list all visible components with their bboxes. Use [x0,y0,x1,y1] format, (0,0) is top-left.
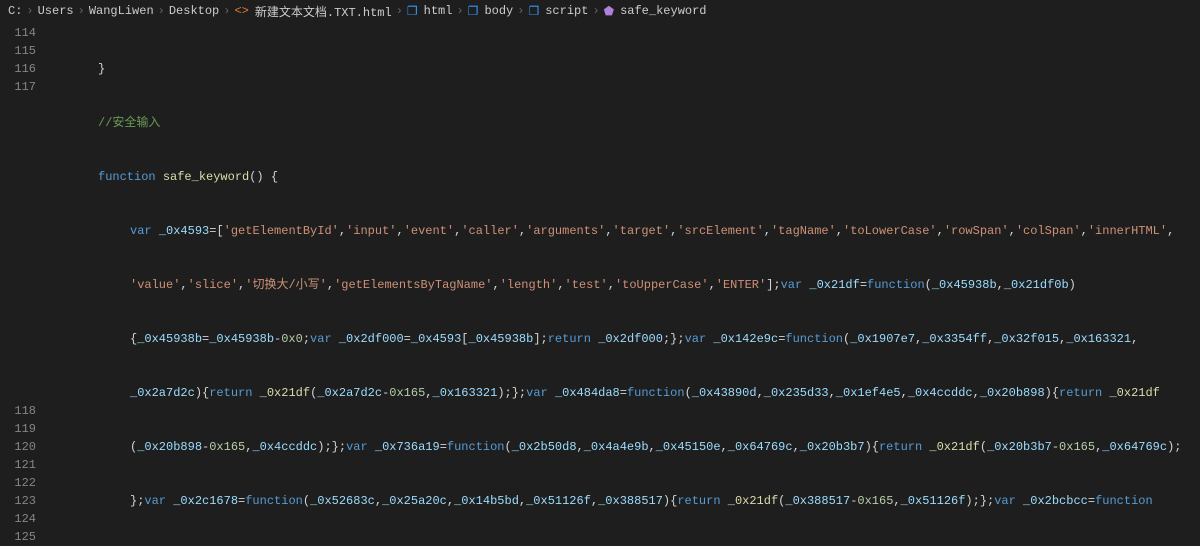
chevron-right-icon: › [456,4,463,18]
code-line[interactable]: function safe_keyword() { [50,168,1200,186]
brace-icon: ❐ [468,4,479,19]
crumb-body[interactable]: body [484,4,513,18]
line-number-gutter: 114 115 116 117 118 119 120 121 122 123 … [0,22,50,544]
chevron-right-icon: › [26,4,33,18]
code-line[interactable]: _0x2a7d2c){return _0x21df(_0x2a7d2c-0x16… [50,384,1200,402]
code-content[interactable]: } //安全输入 function safe_keyword() { var _… [50,22,1200,544]
breadcrumb: C: › Users › WangLiwen › Desktop › <> 新建… [0,0,1200,22]
line-number: 115 [0,42,36,60]
crumb-wangliwen[interactable]: WangLiwen [89,4,154,18]
editor-area[interactable]: 114 115 116 117 118 119 120 121 122 123 … [0,22,1200,544]
code-line[interactable]: {_0x45938b=_0x45938b-0x0;var _0x2df000=_… [50,330,1200,348]
chevron-right-icon: › [223,4,230,18]
chevron-right-icon: › [396,4,403,18]
code-line[interactable]: } [50,60,1200,78]
crumb-script[interactable]: script [545,4,588,18]
code-line[interactable]: (_0x20b898-0x165,_0x4ccddc);};var _0x736… [50,438,1200,456]
crumb-users[interactable]: Users [38,4,74,18]
crumb-file[interactable]: 新建文本文档.TXT.html [255,3,392,20]
line-number: 121 [0,456,36,474]
crumb-desktop[interactable]: Desktop [169,4,219,18]
line-number: 116 [0,60,36,78]
line-number: 124 [0,510,36,528]
line-number: 122 [0,474,36,492]
line-number: 117 [0,78,36,96]
line-number: 119 [0,420,36,438]
cube-icon: ⬟ [604,4,614,19]
code-line[interactable]: var _0x4593=['getElementById','input','e… [50,222,1200,240]
code-line[interactable]: };var _0x2c1678=function(_0x52683c,_0x25… [50,492,1200,510]
code-line[interactable]: 'value','slice','切换大/小写','getElementsByT… [50,276,1200,294]
brace-icon: ❐ [528,4,539,19]
chevron-right-icon: › [78,4,85,18]
line-number: 114 [0,24,36,42]
line-number: 125 [0,528,36,546]
crumb-safe-keyword[interactable]: safe_keyword [620,4,706,18]
chevron-right-icon: › [158,4,165,18]
code-file-icon: <> [234,4,248,18]
crumb-c[interactable]: C: [8,4,22,18]
line-number: 123 [0,492,36,510]
chevron-right-icon: › [517,4,524,18]
line-number: 120 [0,438,36,456]
crumb-html[interactable]: html [424,4,453,18]
brace-icon: ❐ [407,4,418,19]
chevron-right-icon: › [592,4,599,18]
line-number: 118 [0,402,36,420]
code-line[interactable]: //安全输入 [50,114,1200,132]
